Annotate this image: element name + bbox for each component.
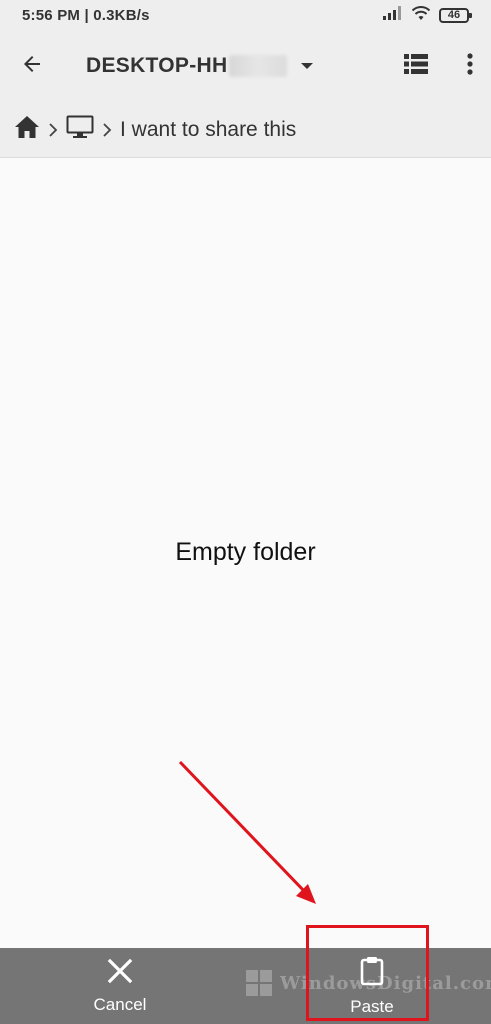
arrow-back-icon bbox=[20, 52, 44, 81]
chevron-right-icon bbox=[102, 122, 112, 138]
list-view-icon bbox=[404, 53, 428, 79]
breadcrumb-home[interactable] bbox=[14, 115, 40, 144]
redacted-title-part bbox=[229, 55, 288, 77]
cancel-label: Cancel bbox=[93, 994, 147, 1014]
cancel-button[interactable]: Cancel bbox=[70, 948, 170, 1024]
breadcrumb-current-folder[interactable]: I want to share this bbox=[120, 118, 296, 142]
more-options-button[interactable] bbox=[452, 48, 488, 84]
windows-logo-icon bbox=[246, 970, 272, 996]
status-icons: 46 bbox=[383, 5, 472, 26]
home-icon bbox=[14, 115, 40, 144]
signal-icon bbox=[383, 5, 403, 25]
battery-icon: 46 bbox=[439, 7, 472, 23]
annotation-highlight-box bbox=[306, 925, 429, 1021]
folder-content: Empty folder bbox=[0, 158, 491, 948]
app-bar: DESKTOP-HH bbox=[0, 30, 491, 102]
status-time-speed: 5:56 PM | 0.3KB/s bbox=[22, 6, 150, 24]
computer-icon bbox=[66, 115, 94, 144]
back-button[interactable] bbox=[0, 30, 64, 102]
status-bar: 5:56 PM | 0.3KB/s 46 bbox=[0, 0, 491, 30]
list-view-button[interactable] bbox=[398, 48, 434, 84]
close-icon bbox=[107, 958, 133, 989]
location-selector[interactable]: DESKTOP-HH bbox=[86, 54, 314, 78]
breadcrumb-computer[interactable] bbox=[66, 115, 94, 144]
more-vert-icon bbox=[467, 52, 473, 80]
wifi-icon bbox=[411, 5, 431, 26]
chevron-right-icon bbox=[48, 122, 58, 138]
dropdown-triangle-icon bbox=[301, 63, 314, 69]
breadcrumb: I want to share this bbox=[0, 102, 491, 158]
empty-folder-message: Empty folder bbox=[175, 538, 316, 566]
page-title: DESKTOP-HH bbox=[86, 54, 228, 77]
